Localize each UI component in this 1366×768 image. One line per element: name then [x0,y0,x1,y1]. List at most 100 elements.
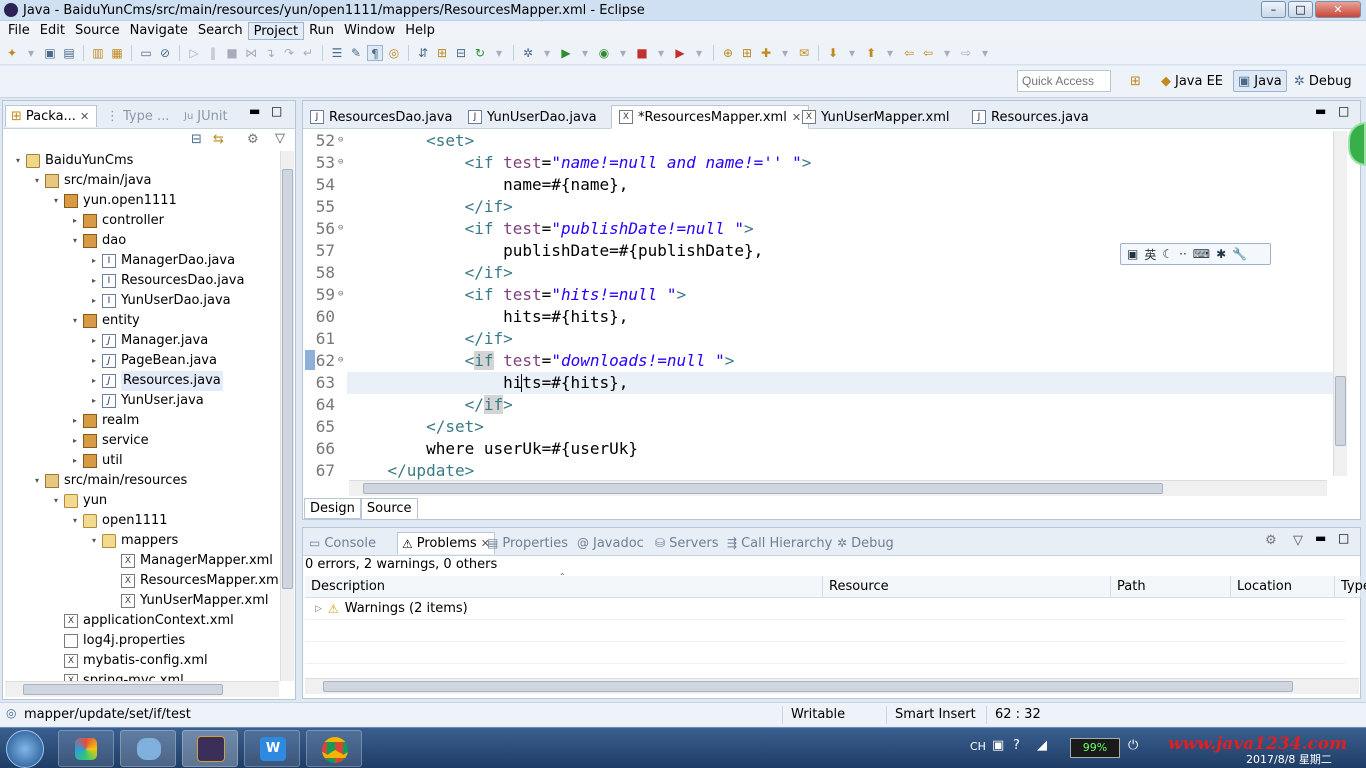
close-icon[interactable]: ✕ [80,110,89,123]
step-into-icon[interactable]: ↴ [262,45,278,61]
step-over-icon[interactable]: ↷ [281,45,297,61]
menu-window[interactable]: Window [339,22,400,40]
tree-item[interactable]: ▾ src/main/java [32,171,151,191]
tree-item[interactable]: X ManagerMapper.xml [108,551,273,571]
ime-logo-icon[interactable]: ▣ [1127,247,1138,261]
debug-icon[interactable]: ✲ [520,45,536,61]
tree-item[interactable]: ▸ J Manager.java [89,331,208,351]
taskbar-app-chrome[interactable] [306,730,362,767]
menu-navigate[interactable]: Navigate [125,22,193,40]
maximize-button[interactable]: □ [1288,1,1313,18]
coverage-dropdown-icon[interactable]: ▾ [615,45,631,61]
tree-item[interactable]: Xmybatis-config.xml [51,651,208,671]
code-line[interactable]: publishDate=#{publishDate}, [349,240,763,262]
expand-arrow-icon[interactable]: ▸ [70,451,80,471]
perspective-debug[interactable]: ✲ Debug [1290,70,1356,92]
new-dropdown-icon[interactable]: ▾ [23,45,39,61]
editor-tab[interactable]: X *ResourcesMapper.xml ✕ [611,105,810,129]
step-return-icon[interactable]: ↵ [300,45,316,61]
view-settings-icon[interactable]: ⚙ [1265,533,1277,548]
tree-item[interactable]: X ResourcesMapper.xml [108,571,282,591]
console-icon[interactable]: ▭ [138,45,154,61]
save-icon[interactable]: ▣ [42,45,58,61]
expand-arrow-icon[interactable]: ▸ [70,411,80,431]
back-dropdown-icon[interactable]: ▾ [939,45,955,61]
tree-item[interactable]: ▸ J Resources.java [89,371,223,391]
view-menu-icon[interactable]: ▽ [275,131,285,146]
editor-tab[interactable]: J ResourcesDao.java [303,105,459,129]
code-line[interactable]: </set> [349,416,484,438]
tree-item[interactable]: ▸ service [70,431,149,451]
coverage-icon[interactable]: ◉ [596,45,612,61]
prev-annotation-icon[interactable]: ⬆ [863,45,879,61]
tree-item[interactable]: ▸ I ManagerDao.java [89,251,235,271]
minimize-view-icon[interactable]: ▬ [1315,531,1326,545]
expand-arrow-icon[interactable]: ▸ [89,391,99,411]
tree-item[interactable]: XapplicationContext.xml [51,611,234,631]
ime-language-toggle[interactable]: 英 [1144,246,1156,263]
quick-access-input[interactable] [1017,70,1111,92]
expand-arrow-icon[interactable]: ▾ [70,231,80,251]
run-icon[interactable]: ▶ [558,45,574,61]
editor-tab[interactable]: J YunUserDao.java [461,105,604,129]
suspend-icon[interactable]: ‖ [205,45,221,61]
tree-item[interactable]: ▸ J PageBean.java [89,351,217,371]
view-menu-icon[interactable]: ▽ [1293,533,1303,548]
open-type-icon[interactable]: ▥ [90,45,106,61]
save-all-icon[interactable]: ▤ [61,45,77,61]
next-annotation-icon[interactable]: ⬇ [825,45,841,61]
external-tools-icon[interactable]: ▶ [672,45,688,61]
problem-row[interactable]: ▷ ⚠ Warnings (2 items) [305,598,1345,620]
new-web-project-icon[interactable]: ⊞ [434,45,450,61]
menu-search[interactable]: Search [193,22,248,40]
scrollbar-thumb[interactable] [323,681,1293,692]
back-icon[interactable]: ⇦ [920,45,936,61]
tree-item[interactable]: ▸ I YunUserDao.java [89,291,231,311]
battery-indicator[interactable]: 99% [1070,738,1120,758]
tree-item[interactable]: ▸ J YunUser.java [89,391,204,411]
skip-breakpoints-icon[interactable]: ⊘ [157,45,173,61]
new-server-icon[interactable]: ⇵ [415,45,431,61]
maximize-editor-icon[interactable]: □ [1338,104,1349,118]
expand-arrow-icon[interactable]: ▸ [89,371,99,391]
maximize-view-icon[interactable]: □ [1338,531,1349,545]
menu-help[interactable]: Help [400,22,440,40]
expand-arrow-icon[interactable]: ▸ [70,211,80,231]
tree-item[interactable]: ▾ yun [51,491,107,511]
last-edit-icon[interactable]: ⇦ [901,45,917,61]
collapse-all-icon[interactable]: ⊟ [191,132,202,147]
editor-tab[interactable]: J Resources.java [965,105,1096,129]
editor-horizontal-scrollbar[interactable] [349,480,1327,496]
minimize-button[interactable]: – [1261,1,1286,18]
tray-volume-icon[interactable]: ◢ [1037,738,1047,753]
column-type[interactable]: Type [1335,576,1366,598]
column-resource[interactable]: Resource [823,576,1111,598]
open-perspective-button[interactable]: ⊞ [1126,70,1150,92]
menu-run[interactable]: Run [304,22,339,40]
code-line[interactable]: <if test="downloads!=null "> [349,350,734,372]
mark-occurrences-icon[interactable]: ✎ [348,45,364,61]
tab-junit[interactable]: Ju JUnit [179,105,233,127]
tree-item[interactable]: ▾ mappers [89,531,178,551]
column-location[interactable]: Location [1231,576,1335,598]
new-class-dropdown-icon[interactable]: ▾ [777,45,793,61]
editor-tab[interactable]: X YunUserMapper.xml [795,105,957,129]
expand-arrow-icon[interactable]: ▾ [70,311,80,331]
expand-arrow-icon[interactable]: ▾ [51,491,61,511]
disconnect-icon[interactable]: ⋈ [243,45,259,61]
code-line[interactable]: <if test="publishDate!=null "> [349,218,754,240]
taskbar-app-launcher[interactable] [58,730,114,767]
code-line[interactable]: hits=#{hits}, [349,306,628,328]
prev-annotation-dropdown-icon[interactable]: ▾ [882,45,898,61]
tree-item[interactable]: ▾ yun.open1111 [51,191,177,211]
menu-project[interactable]: Project [247,22,305,40]
fold-toggle-icon[interactable]: ⊖ [338,289,343,299]
new-java-project-icon[interactable]: ⊕ [720,45,736,61]
code-line[interactable]: name=#{name}, [349,174,628,196]
show-whitespace-icon[interactable]: ¶ [367,44,383,61]
menu-source[interactable]: Source [70,22,125,40]
tree-item[interactable]: ▾ src/main/resources [32,471,187,491]
code-line[interactable]: </if> [349,328,513,350]
code-line[interactable]: hits=#{hits}, [349,372,628,394]
expand-arrow-icon[interactable]: ▾ [13,151,23,171]
